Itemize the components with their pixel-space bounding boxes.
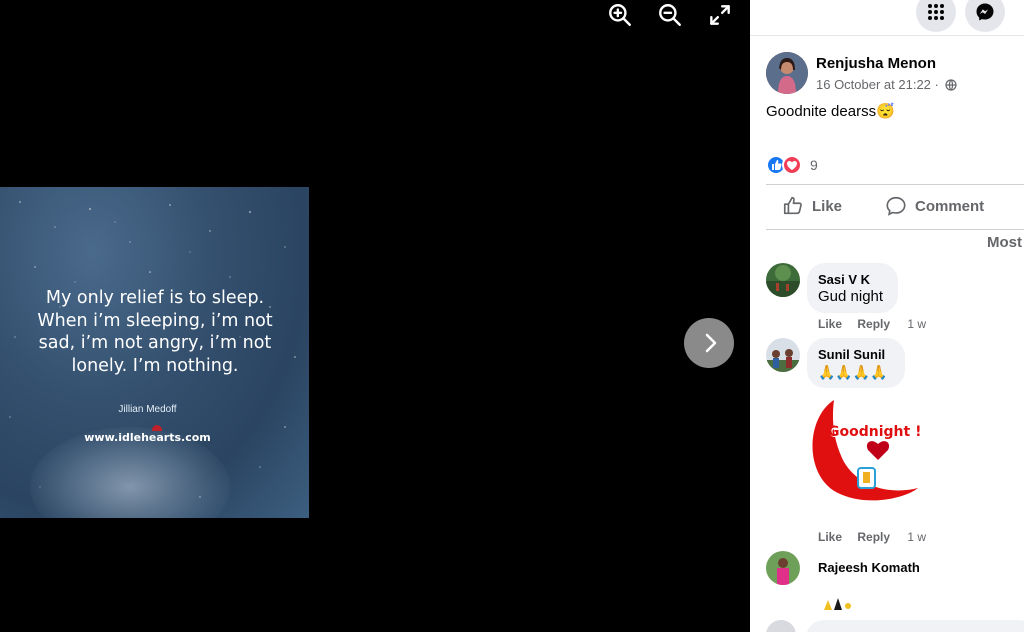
- commenter-name[interactable]: Sasi V K: [818, 272, 870, 287]
- comment-text: 🙏🙏🙏🙏: [818, 364, 888, 380]
- zoom-out-icon[interactable]: [657, 2, 683, 28]
- comment-bubble-icon: [886, 196, 906, 216]
- comment-reply-button[interactable]: Reply: [857, 530, 890, 544]
- sticker-preview-icon: [824, 598, 851, 610]
- current-user-avatar[interactable]: [766, 620, 796, 632]
- post-timestamp[interactable]: 16 October at 21:22 ·: [816, 77, 958, 92]
- comment-sort-dropdown[interactable]: Most: [987, 234, 1022, 251]
- chevron-right-icon: [705, 333, 717, 353]
- top-bar: [750, 0, 1024, 36]
- globe-icon: [945, 79, 958, 91]
- zoom-in-icon[interactable]: [607, 2, 633, 28]
- comment-age[interactable]: 1 w: [907, 530, 926, 544]
- sticker-text: Goodnight !: [828, 424, 922, 440]
- post-photo: My only relief is to sleep. When i’m sle…: [0, 187, 309, 518]
- comment-text: Gud night: [818, 288, 884, 305]
- messenger-icon: [976, 3, 994, 21]
- like-label[interactable]: Like: [812, 198, 842, 215]
- author-avatar[interactable]: [766, 52, 808, 94]
- author-name[interactable]: Renjusha Menon: [816, 55, 936, 72]
- commenter-avatar[interactable]: [766, 551, 800, 585]
- comment-age[interactable]: 1 w: [907, 317, 926, 331]
- thumbs-up-icon: [783, 196, 802, 215]
- reaction-count: 9: [810, 157, 818, 173]
- commenter-name[interactable]: Rajeesh Komath: [818, 560, 920, 575]
- write-comment-input[interactable]: [806, 620, 1024, 632]
- quote-author: Jillian Medoff: [118, 404, 177, 415]
- fullscreen-icon[interactable]: [707, 2, 733, 28]
- comment-like-button[interactable]: Like: [818, 530, 842, 544]
- divider: [766, 229, 1024, 230]
- love-reaction-icon: [782, 155, 802, 175]
- post-side-panel: Renjusha Menon 16 October at 21:22 · Goo…: [750, 0, 1024, 632]
- quote-text: My only relief is to sleep. When i’m sle…: [37, 288, 273, 376]
- menu-button[interactable]: [916, 0, 956, 32]
- photo-viewer: My only relief is to sleep. When i’m sle…: [0, 0, 750, 632]
- grid-menu-icon: [928, 4, 944, 20]
- post-timestamp-text[interactable]: 16 October at 21:22 ·: [816, 77, 939, 92]
- commenter-avatar[interactable]: [766, 263, 800, 297]
- commenter-avatar[interactable]: [766, 338, 800, 372]
- comment-actions: Like Reply 1 w: [818, 317, 926, 331]
- post-text: Goodnite dearss😴: [766, 103, 895, 120]
- comment-label[interactable]: Comment: [915, 198, 984, 215]
- commenter-name[interactable]: Sunil Sunil: [818, 347, 885, 362]
- comment-like-button[interactable]: Like: [818, 317, 842, 331]
- next-photo-button[interactable]: [684, 318, 734, 368]
- comment-actions: Like Reply 1 w: [818, 530, 926, 544]
- quote-site: www.idlehearts.com: [84, 431, 211, 444]
- messenger-button[interactable]: [965, 0, 1005, 32]
- post-header: Renjusha Menon 16 October at 21:22 ·: [766, 52, 1016, 96]
- crescent-moon-sticker-image: [812, 400, 918, 501]
- divider: [766, 184, 1024, 185]
- goodnight-sticker: Goodnight !: [806, 396, 921, 504]
- comment-reply-button[interactable]: Reply: [857, 317, 890, 331]
